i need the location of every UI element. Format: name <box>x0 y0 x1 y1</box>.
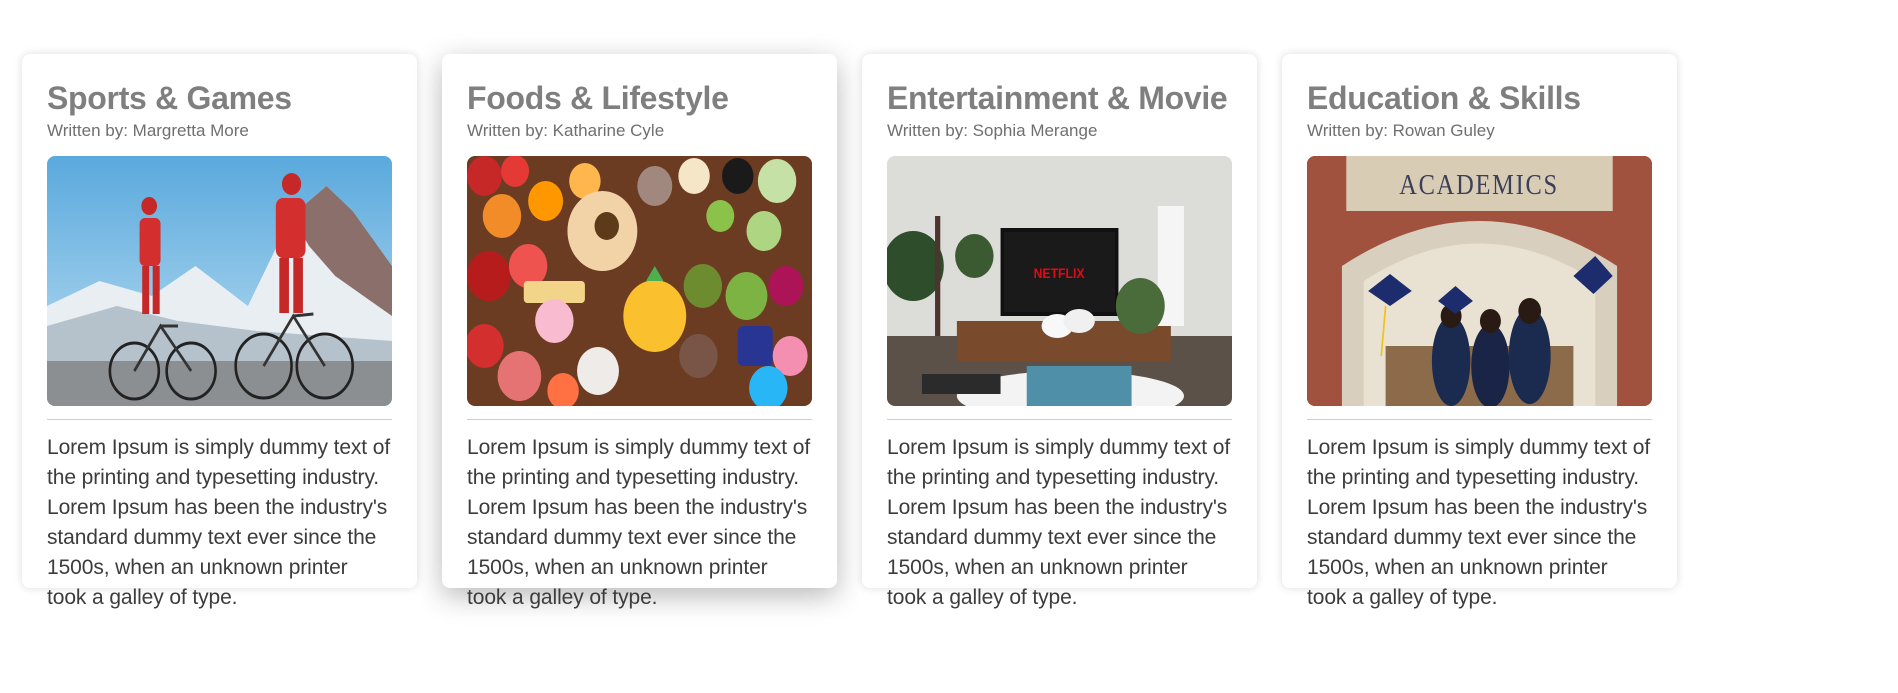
blog-card-entertainment[interactable]: Entertainment & Movie Written by: Sophia… <box>862 54 1257 609</box>
netflix-logo: NETFLIX <box>1034 265 1085 281</box>
blog-card-sports[interactable]: Sports & Games Written by: Margretta Mor… <box>22 54 417 609</box>
card-author: Written by: Katharine Cyle <box>467 121 665 140</box>
card-row: Sports & Games Written by: Margretta Mor… <box>22 54 1677 609</box>
card-body: Lorem Ipsum is simply dummy text of the … <box>47 436 391 609</box>
card-divider <box>887 419 1232 420</box>
card-title[interactable]: Entertainment & Movie <box>887 78 1232 118</box>
card-divider <box>467 419 812 420</box>
card-divider <box>47 419 392 420</box>
card-body: Lorem Ipsum is simply dummy text of the … <box>467 436 811 609</box>
card-title[interactable]: Sports & Games <box>47 78 392 118</box>
card-author: Written by: Rowan Guley <box>1307 121 1495 140</box>
blog-card-education[interactable]: Education & Skills Written by: Rowan Gul… <box>1282 54 1677 609</box>
card-body: Lorem Ipsum is simply dummy text of the … <box>1307 436 1651 609</box>
academics-sign: ACADEMICS <box>1399 170 1559 201</box>
card-author: Written by: Margretta More <box>47 121 249 140</box>
card-title[interactable]: Education & Skills <box>1307 78 1652 118</box>
card-body: Lorem Ipsum is simply dummy text of the … <box>887 436 1231 609</box>
card-title[interactable]: Foods & Lifestyle <box>467 78 812 118</box>
cyclists-mountain-photo[interactable] <box>47 156 392 406</box>
graduation-academics-photo[interactable]: ACADEMICS <box>1307 156 1652 406</box>
card-author: Written by: Sophia Merange <box>887 121 1098 140</box>
card-divider <box>1307 419 1652 420</box>
tv-living-room-photo[interactable]: NETFLIX <box>887 156 1232 406</box>
food-spread-photo[interactable] <box>467 156 812 406</box>
blog-card-foods[interactable]: Foods & Lifestyle Written by: Katharine … <box>442 54 837 609</box>
